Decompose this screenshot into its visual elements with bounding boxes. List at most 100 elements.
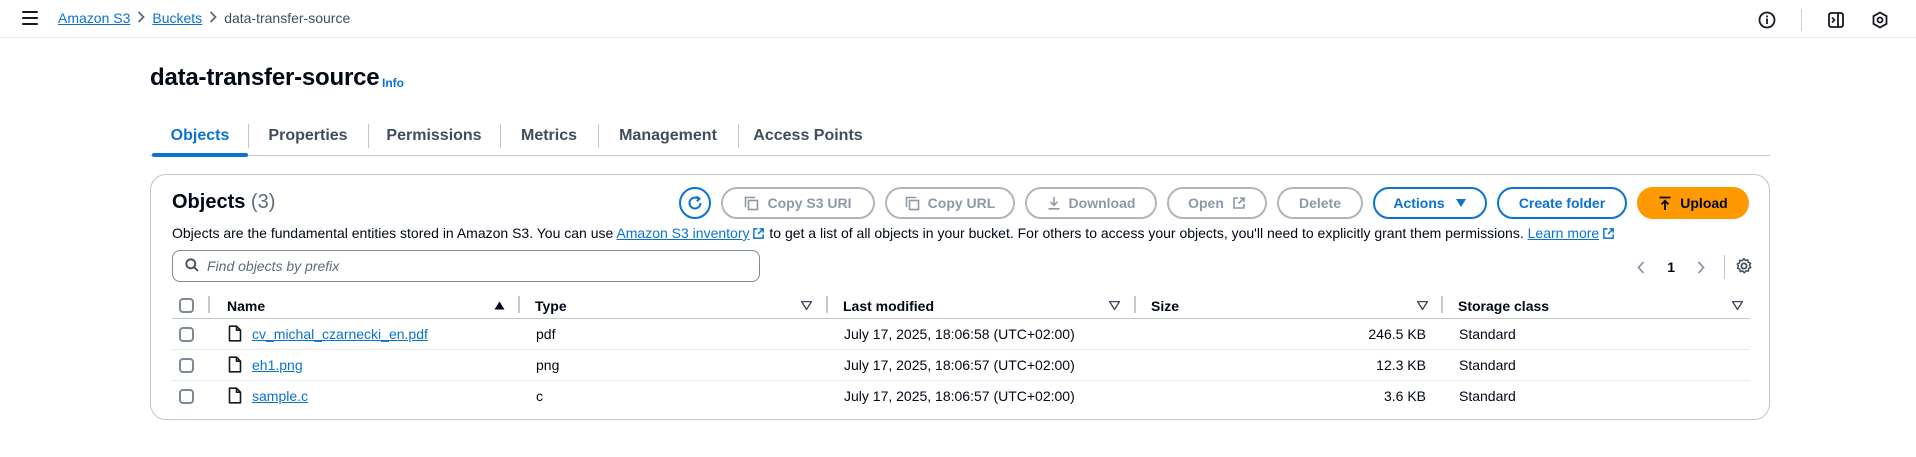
caret-down-icon [1455, 198, 1467, 208]
table-header: Name Type Last modified Size Storage cla… [172, 293, 1750, 319]
select-all-checkbox[interactable] [179, 298, 194, 313]
panel-toggle-icon[interactable] [1826, 10, 1846, 30]
column-header-size[interactable]: Size [1151, 298, 1179, 314]
inventory-link[interactable]: Amazon S3 inventory [616, 225, 749, 241]
open-button[interactable]: Open [1167, 187, 1267, 219]
page-number[interactable]: 1 [1667, 259, 1675, 275]
search-box [172, 250, 760, 282]
objects-description: Objects are the fundamental entities sto… [172, 225, 1615, 243]
page-title: data-transfer-source [150, 64, 380, 91]
column-divider [208, 296, 210, 313]
object-size: 12.3 KB [1376, 357, 1426, 373]
tab-permissions[interactable]: Permissions [368, 116, 500, 156]
object-size: 3.6 KB [1383, 388, 1426, 404]
row-checkbox[interactable] [179, 358, 194, 373]
sort-ascending-icon[interactable] [494, 301, 505, 310]
objects-table: Name Type Last modified Size Storage cla… [172, 293, 1750, 412]
object-name-link[interactable]: cv_michal_czarnecki_en.pdf [252, 326, 428, 342]
actions-dropdown[interactable]: Actions [1373, 187, 1487, 219]
search-input[interactable] [207, 258, 747, 274]
file-icon [228, 325, 242, 345]
refresh-button[interactable] [679, 187, 711, 219]
table-row[interactable]: cv_michal_czarnecki_en.pdf pdf July 17, … [172, 319, 1750, 350]
object-last-modified: July 17, 2025, 18:06:57 (UTC+02:00) [844, 388, 1075, 404]
copy-icon [905, 196, 920, 211]
objects-toolbar: Copy S3 URI Copy URL Download Open Delet… [669, 187, 1749, 219]
file-icon [228, 356, 242, 376]
copy-s3-uri-button[interactable]: Copy S3 URI [721, 187, 875, 219]
object-storage-class: Standard [1459, 388, 1516, 404]
object-last-modified: July 17, 2025, 18:06:58 (UTC+02:00) [844, 326, 1075, 342]
toolbar-divider [1801, 9, 1802, 31]
description-text: Objects are the fundamental entities sto… [172, 225, 617, 241]
pagination: 1 [1633, 259, 1709, 275]
object-last-modified: July 17, 2025, 18:06:57 (UTC+02:00) [844, 357, 1075, 373]
external-link-icon [1232, 196, 1246, 210]
download-label: Download [1068, 195, 1136, 211]
top-navigation: Amazon S3 Buckets data-transfer-source [0, 0, 1916, 38]
row-checkbox[interactable] [179, 389, 194, 404]
object-storage-class: Standard [1459, 357, 1516, 373]
external-link-icon [752, 227, 765, 243]
object-size: 246.5 KB [1368, 326, 1426, 342]
create-folder-label: Create folder [1518, 195, 1606, 211]
menu-icon[interactable] [22, 11, 38, 25]
tab-properties[interactable]: Properties [248, 116, 368, 156]
breadcrumb-amazon-s3[interactable]: Amazon S3 [58, 10, 130, 26]
object-name-link[interactable]: eh1.png [252, 357, 303, 373]
column-divider[interactable] [518, 296, 520, 313]
row-checkbox[interactable] [179, 327, 194, 342]
table-row[interactable]: eh1.png png July 17, 2025, 18:06:57 (UTC… [172, 350, 1750, 381]
column-header-type[interactable]: Type [535, 298, 567, 314]
tab-access-points[interactable]: Access Points [738, 116, 878, 156]
copy-url-label: Copy URL [927, 195, 996, 211]
column-header-storage-class[interactable]: Storage class [1458, 298, 1549, 314]
upload-button[interactable]: Upload [1637, 187, 1749, 219]
object-type: png [536, 357, 560, 373]
column-divider[interactable] [1441, 296, 1443, 313]
tab-management[interactable]: Management [598, 116, 738, 156]
table-row[interactable]: sample.c c July 17, 2025, 18:06:57 (UTC+… [172, 381, 1750, 412]
sort-caret-down-icon[interactable] [801, 301, 812, 310]
breadcrumb-buckets[interactable]: Buckets [152, 10, 202, 26]
upload-label: Upload [1680, 195, 1728, 211]
settings-hex-icon[interactable] [1870, 10, 1890, 30]
sort-caret-down-icon[interactable] [1109, 301, 1120, 310]
column-header-name[interactable]: Name [227, 298, 265, 314]
info-icon[interactable] [1757, 10, 1777, 30]
object-name-link[interactable]: sample.c [252, 388, 308, 404]
tab-metrics[interactable]: Metrics [500, 116, 598, 156]
object-type: pdf [536, 326, 556, 342]
tab-bar: Objects Properties Permissions Metrics M… [150, 116, 1770, 157]
open-label: Open [1188, 195, 1224, 211]
column-divider[interactable] [826, 296, 828, 313]
download-button[interactable]: Download [1025, 187, 1157, 219]
column-header-last-modified[interactable]: Last modified [843, 298, 934, 314]
delete-button[interactable]: Delete [1277, 187, 1363, 219]
info-link[interactable]: Info [382, 76, 404, 90]
upload-icon [1658, 196, 1672, 211]
copy-icon [744, 196, 759, 211]
object-type: c [536, 388, 543, 404]
chevron-left-icon[interactable] [1633, 260, 1649, 274]
column-divider[interactable] [1134, 296, 1136, 313]
description-text-after: to get a list of all objects in your buc… [765, 225, 1528, 241]
objects-heading-label: Objects [172, 191, 246, 213]
refresh-icon [688, 195, 702, 210]
chevron-right-icon[interactable] [1693, 260, 1709, 274]
objects-heading: Objects (3) [172, 191, 275, 214]
sort-caret-down-icon[interactable] [1417, 301, 1428, 310]
tab-objects[interactable]: Objects [152, 116, 248, 157]
sort-caret-down-icon[interactable] [1732, 301, 1743, 310]
breadcrumb-current: data-transfer-source [224, 10, 351, 26]
chevron-right-icon [130, 10, 152, 26]
objects-count: (3) [250, 191, 276, 213]
chevron-right-icon [202, 10, 224, 26]
copy-url-button[interactable]: Copy URL [885, 187, 1015, 219]
download-icon [1047, 196, 1061, 210]
gear-icon[interactable] [1735, 257, 1755, 277]
pager-divider [1724, 255, 1725, 279]
create-folder-button[interactable]: Create folder [1497, 187, 1627, 219]
learn-more-link[interactable]: Learn more [1528, 225, 1600, 241]
copy-s3-uri-label: Copy S3 URI [767, 195, 852, 211]
